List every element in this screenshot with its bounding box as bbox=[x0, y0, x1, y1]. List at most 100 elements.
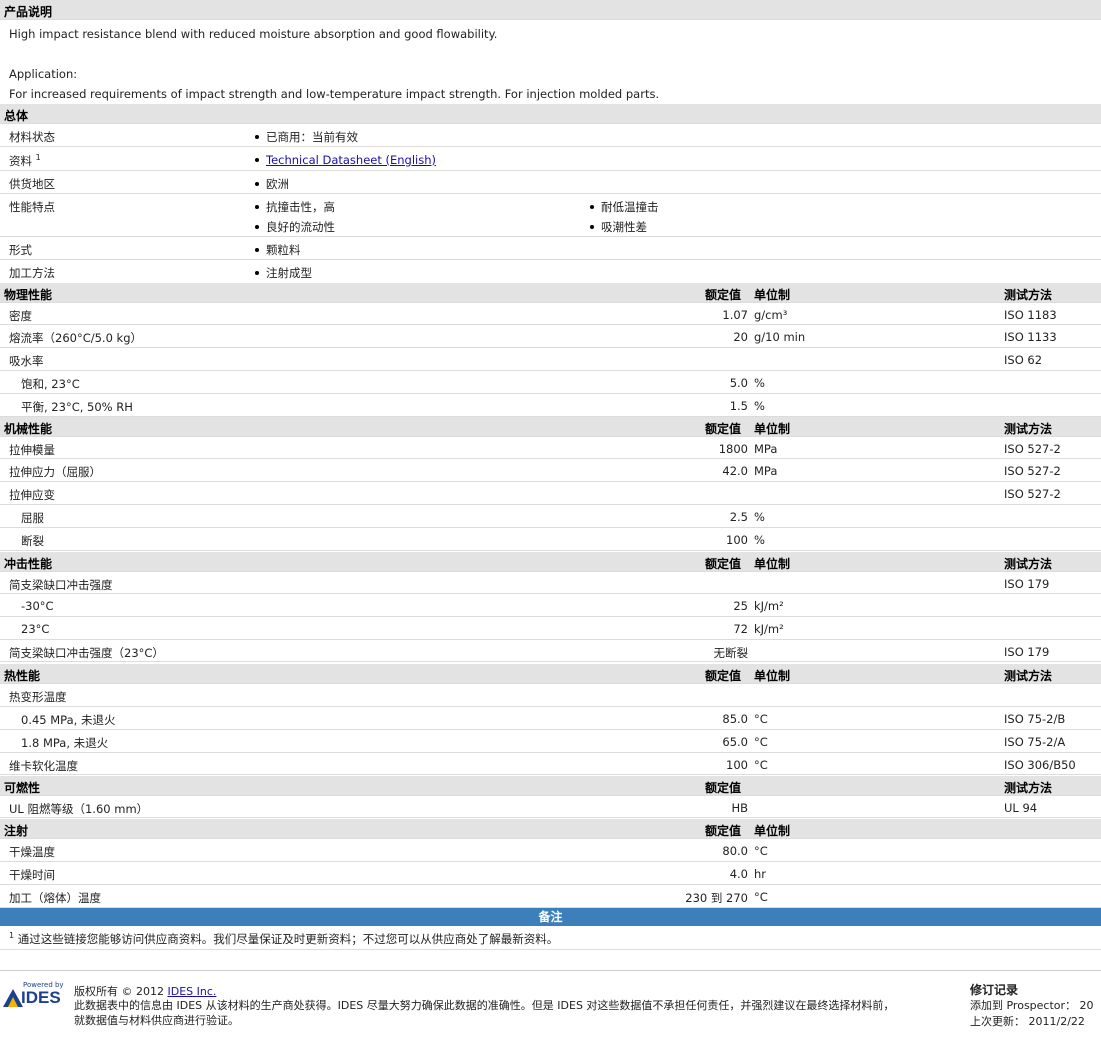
section-title: 热性能 bbox=[4, 669, 41, 683]
property-unit: hr bbox=[754, 867, 767, 881]
row-label: 加工方法 bbox=[9, 266, 55, 280]
property-unit: kJ/m² bbox=[754, 622, 784, 636]
bullet-icon bbox=[255, 270, 259, 275]
general-row-documents: 资料 1 Technical Datasheet (English) bbox=[0, 147, 1101, 171]
property-value: 42.0 bbox=[722, 464, 748, 478]
property-value: 无断裂 bbox=[713, 646, 749, 660]
property-name: 1.8 MPa, 未退火 bbox=[21, 736, 109, 750]
column-header-nominal: 额定值 bbox=[705, 557, 742, 571]
property-name: UL 阻燃等级（1.60 mm） bbox=[9, 802, 149, 816]
table-row: 屈服 2.5% bbox=[0, 505, 1101, 528]
property-unit: °C bbox=[754, 844, 768, 858]
property-value: 1.5 bbox=[729, 399, 748, 413]
property-name: 拉伸应力（屈服） bbox=[9, 465, 101, 479]
test-method: ISO 527-2 bbox=[1004, 464, 1061, 478]
section-header-injection: 注射 额定值 单位制 bbox=[0, 819, 1101, 839]
table-row: 断裂 100% bbox=[0, 528, 1101, 551]
property-unit: MPa bbox=[754, 464, 778, 478]
test-method: ISO 179 bbox=[1004, 645, 1050, 659]
table-row: 热变形温度 bbox=[0, 684, 1101, 707]
property-name: 吸水率 bbox=[9, 354, 44, 368]
property-unit: % bbox=[754, 510, 765, 524]
section-title: 总体 bbox=[4, 109, 29, 123]
table-row: -30°C 25 kJ/m² bbox=[0, 594, 1101, 617]
table-row: 干燥温度 80.0 °C bbox=[0, 839, 1101, 862]
revision-updated: 上次更新： 2011/2/22 bbox=[970, 1015, 1085, 1028]
property-name: 平衡, 23°C, 50% RH bbox=[21, 400, 133, 414]
table-row: 加工（熔体）温度 230 到 270 °C bbox=[0, 885, 1101, 908]
property-value: HB bbox=[731, 801, 748, 815]
section-header-thermal: 热性能 额定值 单位制 测试方法 bbox=[0, 664, 1101, 684]
section-header-description: 产品说明 bbox=[0, 0, 1101, 20]
table-row: 简支梁缺口冲击强度 ISO 179 bbox=[0, 572, 1101, 594]
feature-item: 抗撞击性，高 bbox=[255, 199, 335, 215]
test-method: ISO 75-2/A bbox=[1004, 735, 1066, 749]
property-name: 简支梁缺口冲击强度（23°C） bbox=[9, 646, 164, 660]
property-name: 干燥温度 bbox=[9, 845, 55, 859]
table-row: 0.45 MPa, 未退火 85.0 °C ISO 75-2/B bbox=[0, 707, 1101, 730]
section-title: 冲击性能 bbox=[4, 557, 53, 571]
property-value: 100 bbox=[726, 758, 748, 772]
test-method: ISO 306/B50 bbox=[1004, 758, 1076, 772]
property-value: 2.5 bbox=[729, 510, 748, 524]
property-name: 断裂 bbox=[21, 534, 44, 548]
section-header-physical: 物理性能 额定值 单位制 测试方法 bbox=[0, 283, 1101, 303]
row-value: Technical Datasheet (English) bbox=[255, 153, 436, 167]
description-block: High impact resistance blend with reduce… bbox=[0, 20, 1101, 104]
property-name: 屈服 bbox=[21, 511, 44, 525]
column-header-nominal: 额定值 bbox=[705, 669, 742, 683]
property-unit: % bbox=[754, 376, 765, 390]
ides-logo[interactable]: Powered by IDES bbox=[3, 981, 65, 1011]
footer-divider bbox=[0, 970, 1101, 971]
table-row: 干燥时间 4.0 hr bbox=[0, 862, 1101, 885]
notes-header: 备注 bbox=[0, 908, 1101, 926]
property-unit: °C bbox=[754, 890, 768, 904]
table-row: 维卡软化温度 100 °C ISO 306/B50 bbox=[0, 753, 1101, 775]
property-name: 简支梁缺口冲击强度 bbox=[9, 578, 113, 592]
application-label: Application: bbox=[9, 67, 78, 81]
feature-item: 耐低温撞击 bbox=[590, 199, 659, 215]
property-value: 100 bbox=[726, 533, 748, 547]
column-header-method: 测试方法 bbox=[1004, 422, 1053, 436]
bullet-icon bbox=[255, 204, 259, 209]
section-header-impact: 冲击性能 额定值 单位制 测试方法 bbox=[0, 552, 1101, 572]
column-header-unit: 单位制 bbox=[754, 557, 791, 571]
property-name: 0.45 MPa, 未退火 bbox=[21, 713, 116, 727]
column-header-unit: 单位制 bbox=[754, 288, 791, 302]
table-row: 拉伸应力（屈服） 42.0 MPa ISO 527-2 bbox=[0, 459, 1101, 482]
bullet-icon bbox=[255, 134, 259, 139]
property-name: 加工（熔体）温度 bbox=[9, 891, 101, 905]
test-method: ISO 1133 bbox=[1004, 330, 1057, 344]
section-header-flammability: 可燃性 额定值 测试方法 bbox=[0, 776, 1101, 796]
property-value: 5.0 bbox=[729, 376, 748, 390]
property-name: 拉伸应变 bbox=[9, 488, 55, 502]
row-value: 已商用：当前有效 bbox=[255, 129, 358, 145]
column-header-method: 测试方法 bbox=[1004, 669, 1053, 683]
test-method: ISO 527-2 bbox=[1004, 487, 1061, 501]
property-name: 热变形温度 bbox=[9, 690, 67, 704]
notes-row: 1 通过这些链接您能够访问供应商资料。我们尽量保证及时更新资料；不过您可以从供应… bbox=[0, 926, 1101, 950]
general-row-form: 形式 颗粒料 bbox=[0, 237, 1101, 260]
section-title: 产品说明 bbox=[4, 5, 53, 19]
general-row-region: 供货地区 欧洲 bbox=[0, 171, 1101, 194]
section-title: 机械性能 bbox=[4, 422, 53, 436]
property-value: 1.07 bbox=[722, 308, 748, 322]
row-value: 颗粒料 bbox=[255, 242, 301, 258]
property-name: 干燥时间 bbox=[9, 868, 55, 882]
feature-item: 良好的流动性 bbox=[255, 219, 335, 235]
table-row: 简支梁缺口冲击强度（23°C） 无断裂 ISO 179 bbox=[0, 640, 1101, 662]
bullet-icon bbox=[590, 224, 594, 229]
property-value: 72 bbox=[733, 622, 748, 636]
bullet-icon bbox=[255, 157, 259, 162]
bullet-icon bbox=[255, 224, 259, 229]
section-title: 物理性能 bbox=[4, 288, 53, 302]
property-value: 4.0 bbox=[729, 867, 748, 881]
property-unit: g/cm³ bbox=[754, 308, 788, 322]
section-header-general: 总体 bbox=[0, 104, 1101, 124]
bullet-icon bbox=[590, 204, 594, 209]
row-label: 供货地区 bbox=[9, 177, 55, 191]
table-row: 拉伸应变 ISO 527-2 bbox=[0, 482, 1101, 505]
property-unit: °C bbox=[754, 758, 768, 772]
technical-datasheet-link[interactable]: Technical Datasheet (English) bbox=[266, 153, 436, 167]
row-value: 欧洲 bbox=[255, 176, 289, 192]
